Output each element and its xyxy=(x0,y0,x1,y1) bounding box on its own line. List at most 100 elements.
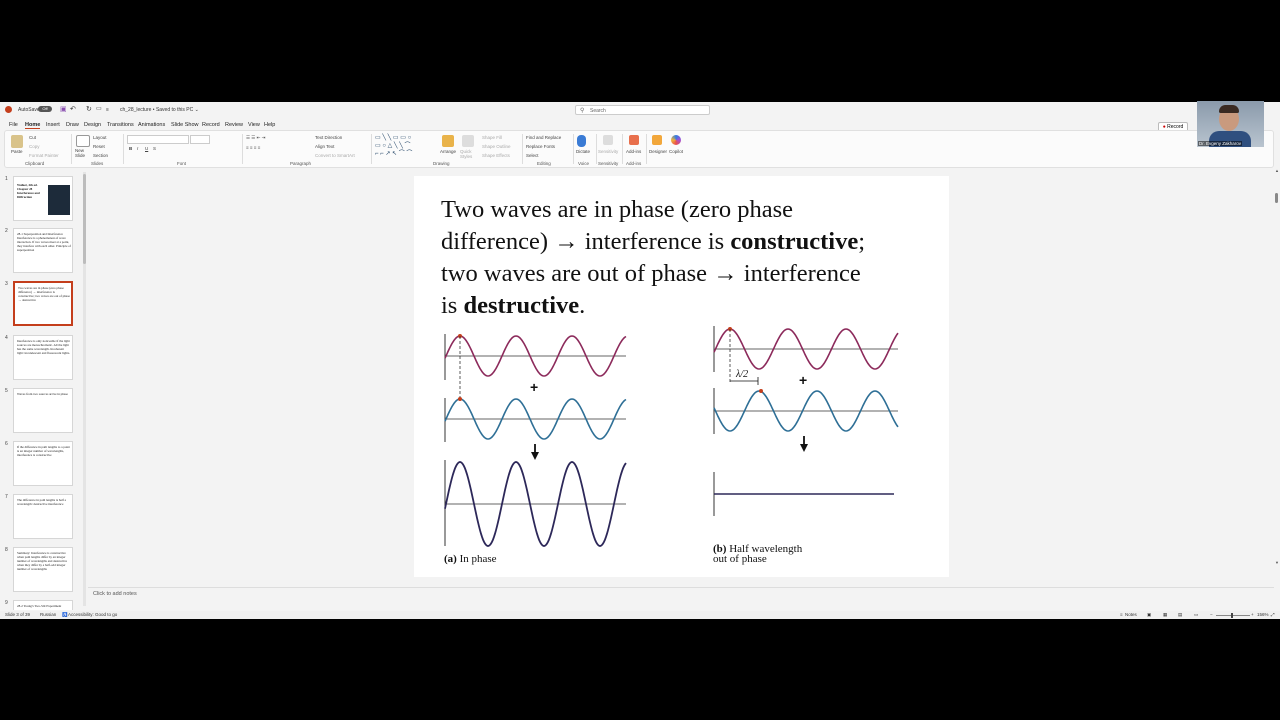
divider xyxy=(242,134,243,164)
notes-pane[interactable]: Click to add notes xyxy=(88,587,1274,608)
section-button[interactable]: Section xyxy=(93,153,108,158)
plus-sign: + xyxy=(799,372,807,388)
paragraph-group-label: Paragraph xyxy=(290,161,312,166)
new-slide-icon[interactable] xyxy=(76,135,90,147)
scrollbar-thumb[interactable] xyxy=(1275,193,1278,203)
slide-sorter-icon[interactable]: ▦ xyxy=(1163,612,1167,618)
scroll-down-icon[interactable]: ▼ xyxy=(1275,560,1279,565)
paste-icon[interactable] xyxy=(11,135,23,148)
bullets-icon[interactable]: ☰ ☰ ⇤ ⇥ xyxy=(246,135,265,141)
shapes-gallery[interactable]: ▭ ╲ ╲ ▭ ▭ ○ ▭ ○ △ ╲ ╲ ⌒ ⌐ ⌐ ↗ ↖ ⌒ ⌒ xyxy=(375,134,433,160)
divider xyxy=(646,134,647,164)
tab-view[interactable]: View xyxy=(248,122,260,128)
format-painter-button[interactable]: Format Painter xyxy=(29,153,59,158)
replace-fonts-button[interactable]: Replace Fonts xyxy=(526,144,555,149)
tab-slide-show[interactable]: Slide Show xyxy=(171,122,199,128)
slide-thumbnail[interactable]: Summary: Interference is constructive wh… xyxy=(13,547,73,592)
italic-button[interactable]: I xyxy=(137,146,138,151)
shape-effects-button[interactable]: Shape Effects xyxy=(482,153,510,158)
copilot-icon[interactable] xyxy=(671,135,681,145)
align-icons[interactable]: ≡ ≡ ≡ ≡ xyxy=(246,145,260,150)
addins-icon[interactable] xyxy=(629,135,639,145)
fit-to-window-icon[interactable]: ⤢ xyxy=(1271,612,1275,617)
slide-thumbnail[interactable]: 28-2 Young's Two-Slit Experiment xyxy=(13,600,73,610)
designer-icon[interactable] xyxy=(652,135,662,145)
accessibility-icon[interactable]: ♿ xyxy=(62,612,68,618)
tab-record[interactable]: Record xyxy=(202,122,220,128)
thumbnail-scrollbar[interactable] xyxy=(83,172,86,606)
find-replace-button[interactable]: Find and Replace xyxy=(526,135,561,140)
autosave-toggle[interactable]: Off xyxy=(38,106,52,112)
layout-button[interactable]: Layout xyxy=(93,135,107,140)
select-button[interactable]: Select xyxy=(526,153,539,158)
notes-icon[interactable]: ≡ xyxy=(1120,612,1123,617)
tab-help[interactable]: Help xyxy=(264,122,275,128)
strikethrough-button[interactable]: S xyxy=(153,146,156,151)
tab-design[interactable]: Design xyxy=(84,122,101,128)
slide-thumbnail[interactable]: If the difference in path lengths to a p… xyxy=(13,441,73,486)
present-icon[interactable]: ▭ xyxy=(96,105,102,112)
tab-animations[interactable]: Animations xyxy=(138,122,165,128)
designer-label[interactable]: Designer xyxy=(649,149,667,154)
save-icon[interactable]: ▣ xyxy=(60,105,67,113)
tab-file[interactable]: File xyxy=(9,122,18,128)
bold-button[interactable]: B xyxy=(129,146,132,151)
font-size-box[interactable] xyxy=(190,135,210,144)
tab-insert[interactable]: Insert xyxy=(46,122,60,128)
slide-thumbnail[interactable]: The difference in path lengths is half a… xyxy=(13,494,73,539)
zoom-out-icon[interactable]: − xyxy=(1210,612,1213,617)
document-title[interactable]: ch_28_lecture • Saved to this PC ⌄ xyxy=(120,107,199,113)
normal-view-icon[interactable]: ▣ xyxy=(1147,612,1151,618)
notes-toggle[interactable]: Notes xyxy=(1125,612,1137,617)
font-name-box[interactable] xyxy=(127,135,189,144)
slide-scrollbar[interactable]: ▲ ▼ xyxy=(1274,168,1279,578)
undo-icon[interactable]: ↶ xyxy=(70,105,76,113)
accessibility-status[interactable]: Accessibility: Good to go xyxy=(68,612,117,617)
search-box[interactable]: ⚲ Search xyxy=(575,105,710,115)
new-slide-label[interactable]: New Slide xyxy=(75,148,89,158)
zoom-level[interactable]: 156% xyxy=(1257,612,1269,617)
tab-draw[interactable]: Draw xyxy=(66,122,79,128)
tab-home[interactable]: Home xyxy=(25,122,41,129)
zoom-slider[interactable] xyxy=(1216,615,1250,616)
slide-thumbnail[interactable]: Interference is only noticeable if the l… xyxy=(13,335,73,380)
arrange-label[interactable]: Arrange xyxy=(440,149,456,154)
slide-thumbnail[interactable]: Walker, 4th ed. Chapter 28 Interference … xyxy=(13,176,73,221)
reset-button[interactable]: Reset xyxy=(93,144,105,149)
arrange-icon[interactable] xyxy=(442,135,454,147)
slide-thumbnail[interactable]: Waves from two sources arrive in phase xyxy=(13,388,73,433)
language-indicator[interactable]: Russian xyxy=(40,612,56,617)
sensitivity-label[interactable]: Sensitivity xyxy=(598,149,618,154)
tab-transitions[interactable]: Transitions xyxy=(107,122,134,128)
scrollbar-thumb[interactable] xyxy=(83,174,86,264)
sensitivity-icon[interactable] xyxy=(603,135,613,145)
quick-styles-label[interactable]: Quick Styles xyxy=(460,149,476,159)
quick-styles-icon[interactable] xyxy=(462,135,474,147)
thumbnail-number: 4 xyxy=(5,335,8,341)
addins-label[interactable]: Add-ins xyxy=(626,149,641,154)
underline-button[interactable]: U xyxy=(145,146,148,151)
microphone-icon[interactable] xyxy=(577,135,586,147)
shape-outline-button[interactable]: Shape Outline xyxy=(482,144,511,149)
tab-review[interactable]: Review xyxy=(225,122,243,128)
slide-thumbnail[interactable]: Two waves are in phase (zero phase diffe… xyxy=(13,281,73,326)
dictate-label[interactable]: Dictate xyxy=(576,149,590,154)
align-text-button[interactable]: Align Text xyxy=(315,144,334,149)
slideshow-icon[interactable]: ▭ xyxy=(1194,612,1198,618)
current-slide[interactable]: Two waves are in phase (zero phase diffe… xyxy=(414,176,949,577)
copilot-label[interactable]: Copilot xyxy=(669,149,683,154)
copy-button[interactable]: Copy xyxy=(29,144,40,149)
zoom-in-icon[interactable]: + xyxy=(1251,612,1254,617)
text-direction-button[interactable]: Text Direction xyxy=(315,135,342,140)
redo-icon[interactable]: ↻ xyxy=(86,105,92,113)
cut-button[interactable]: Cut xyxy=(29,135,36,140)
reading-view-icon[interactable]: ▤ xyxy=(1178,612,1182,618)
zoom-slider-handle[interactable] xyxy=(1231,613,1233,618)
paste-label[interactable]: Paste xyxy=(11,149,23,154)
convert-smartart-button[interactable]: Convert to SmartArt xyxy=(315,153,355,158)
thumbnail-text: Two waves are in phase (zero phase diffe… xyxy=(18,286,70,302)
shape-fill-button[interactable]: Shape Fill xyxy=(482,135,502,140)
scroll-up-icon[interactable]: ▲ xyxy=(1275,168,1279,173)
slide-thumbnail[interactable]: 28-1 Superposition and Interference Inte… xyxy=(13,228,73,273)
customize-qat-icon[interactable]: ≡ xyxy=(106,107,109,113)
